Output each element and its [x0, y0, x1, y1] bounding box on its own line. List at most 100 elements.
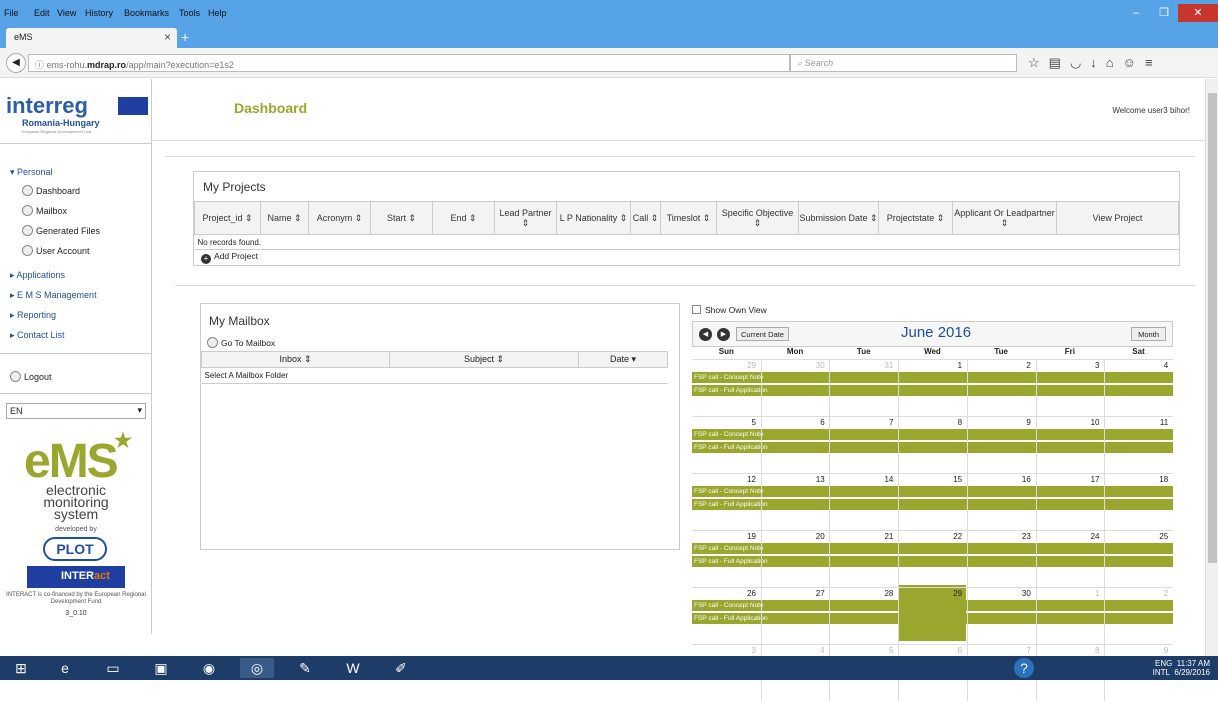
day-number[interactable]: 10: [1036, 418, 1100, 427]
col-view-project[interactable]: View Project: [1056, 201, 1179, 235]
day-number[interactable]: 26: [692, 589, 756, 598]
store-icon[interactable]: ▣: [144, 658, 178, 678]
file-explorer-icon[interactable]: ▭: [96, 658, 130, 678]
go-to-mailbox-button[interactable]: Go To Mailbox: [207, 337, 275, 348]
day-number[interactable]: 30: [967, 589, 1031, 598]
day-number[interactable]: 29: [898, 589, 962, 598]
menu-tools[interactable]: Tools: [179, 8, 200, 18]
day-number[interactable]: 1: [1036, 589, 1099, 598]
close-window-icon[interactable]: ✕: [1178, 4, 1218, 22]
page-scrollbar[interactable]: [1205, 79, 1218, 656]
paint-icon[interactable]: ✎: [288, 658, 322, 678]
day-number[interactable]: 8: [1036, 646, 1099, 655]
day-number[interactable]: 28: [829, 589, 893, 598]
day-number[interactable]: 3: [692, 646, 756, 655]
day-number[interactable]: 24: [1036, 532, 1100, 541]
sidebar-item-user-account[interactable]: User Account: [22, 245, 90, 256]
menu-view[interactable]: View: [57, 8, 76, 18]
col-end[interactable]: End ⇕: [432, 201, 495, 235]
day-number[interactable]: 6: [761, 418, 824, 427]
menu-bookmarks[interactable]: Bookmarks: [124, 8, 169, 18]
calendar-event[interactable]: FSP call - Concept Note: [692, 600, 1173, 611]
menu-history[interactable]: History: [85, 8, 113, 18]
col-timeslot[interactable]: Timeslot ⇕: [660, 201, 717, 235]
day-number[interactable]: 5: [692, 418, 756, 427]
search-input[interactable]: ⌕ Search: [790, 54, 1017, 72]
current-date-button[interactable]: Current Date: [736, 327, 789, 341]
calendar-event[interactable]: FSP call - Concept Note: [692, 429, 1173, 440]
day-number[interactable]: 8: [898, 418, 962, 427]
help-icon[interactable]: ?: [1014, 658, 1034, 678]
day-number[interactable]: 9: [1104, 646, 1168, 655]
menu-edit[interactable]: Edit: [34, 8, 50, 18]
scrollbar-thumb[interactable]: [1208, 93, 1217, 563]
col-name[interactable]: Name ⇕: [260, 201, 309, 235]
system-tray[interactable]: ENG 11:37 AM INTL 6/29/2016: [1153, 659, 1210, 677]
day-number[interactable]: 3: [1036, 361, 1099, 370]
day-number[interactable]: 14: [829, 475, 893, 484]
language-select[interactable]: EN ▾: [6, 403, 146, 419]
day-number[interactable]: 16: [967, 475, 1031, 484]
day-number[interactable]: 31: [829, 361, 893, 370]
interreg-logo[interactable]: interreg Romania-Hungary European Region…: [6, 93, 148, 137]
col-call[interactable]: Call ⇕: [630, 201, 661, 235]
browser-tab[interactable]: eMS ×: [6, 28, 177, 48]
day-number[interactable]: 5: [829, 646, 893, 655]
calendar-event[interactable]: FSP call - Full Application: [692, 385, 1173, 396]
home-icon[interactable]: ⌂: [1106, 55, 1123, 70]
col-date[interactable]: Date ▾: [578, 351, 668, 368]
sidebar-item-contact-list[interactable]: ▸ Contact List: [10, 330, 65, 341]
add-project-button[interactable]: + Add Project: [201, 251, 258, 264]
sidebar-item-mailbox[interactable]: Mailbox: [22, 205, 67, 216]
day-number[interactable]: 7: [829, 418, 893, 427]
day-number[interactable]: 30: [761, 361, 825, 370]
col-lead-partner[interactable]: Lead Partner ⇕: [494, 201, 557, 235]
col-subject[interactable]: Subject ⇕: [389, 351, 579, 368]
day-number[interactable]: 18: [1104, 475, 1168, 484]
mailbox-row[interactable]: Select A Mailbox Folder: [201, 367, 668, 384]
minimize-icon[interactable]: –: [1122, 4, 1150, 22]
calendar-event[interactable]: FSP call - Concept Note: [692, 543, 1173, 554]
calendar-event[interactable]: FSP call - Full Application: [692, 613, 1173, 624]
close-tab-icon[interactable]: ×: [164, 30, 171, 44]
col-lp-nationality[interactable]: L P Nationality ⇕: [556, 201, 631, 235]
day-number[interactable]: 11: [1104, 418, 1168, 427]
month-view-button[interactable]: Month: [1131, 327, 1166, 341]
menu-help[interactable]: Help: [208, 8, 227, 18]
firefox-icon[interactable]: ◎: [240, 658, 274, 678]
col-specific-objective[interactable]: Specific Objective ⇕: [716, 201, 799, 235]
day-number[interactable]: 15: [898, 475, 962, 484]
new-tab-icon[interactable]: +: [181, 29, 189, 45]
word-icon[interactable]: W: [336, 658, 370, 678]
address-bar[interactable]: ⓘ ems-rohu.mdrap.ro/app/main?execution=e…: [28, 54, 799, 72]
calendar-event[interactable]: FSP call - Full Application: [692, 442, 1173, 453]
day-number[interactable]: 22: [898, 532, 962, 541]
day-number[interactable]: 4: [1104, 361, 1168, 370]
day-number[interactable]: 13: [761, 475, 825, 484]
sidebar-item-generated-files[interactable]: Generated Files: [22, 225, 100, 236]
download-icon[interactable]: ↓: [1090, 55, 1106, 70]
col-submission-date[interactable]: Submission Date ⇕: [798, 201, 879, 235]
bookmark-star-icon[interactable]: ☆: [1028, 55, 1049, 70]
pocket-icon[interactable]: ◡: [1070, 55, 1090, 70]
day-number[interactable]: 9: [967, 418, 1030, 427]
start-icon[interactable]: ⊞: [4, 658, 38, 678]
col-project-id[interactable]: Project_id ⇕: [194, 201, 261, 235]
day-number[interactable]: 27: [761, 589, 825, 598]
col-inbox[interactable]: Inbox ⇕: [201, 351, 390, 368]
prev-month-icon[interactable]: ◀: [699, 328, 712, 341]
chrome-icon[interactable]: ◉: [192, 658, 226, 678]
restore-icon[interactable]: ❐: [1150, 4, 1178, 22]
calendar-event[interactable]: FSP call - Concept Note: [692, 486, 1173, 497]
day-number[interactable]: 21: [829, 532, 893, 541]
sidebar-item-personal[interactable]: ▾ Personal: [10, 167, 53, 178]
day-number[interactable]: 29: [692, 361, 756, 370]
day-number[interactable]: 17: [1036, 475, 1100, 484]
sidebar-item-ems-management[interactable]: ▸ E M S Management: [10, 290, 97, 301]
day-number[interactable]: 25: [1104, 532, 1168, 541]
day-number[interactable]: 2: [1104, 589, 1168, 598]
day-number[interactable]: 6: [898, 646, 962, 655]
hello-icon[interactable]: ☺: [1123, 55, 1145, 70]
col-projectstate[interactable]: Projectstate ⇕: [878, 201, 953, 235]
info-icon[interactable]: ⓘ: [35, 60, 44, 70]
